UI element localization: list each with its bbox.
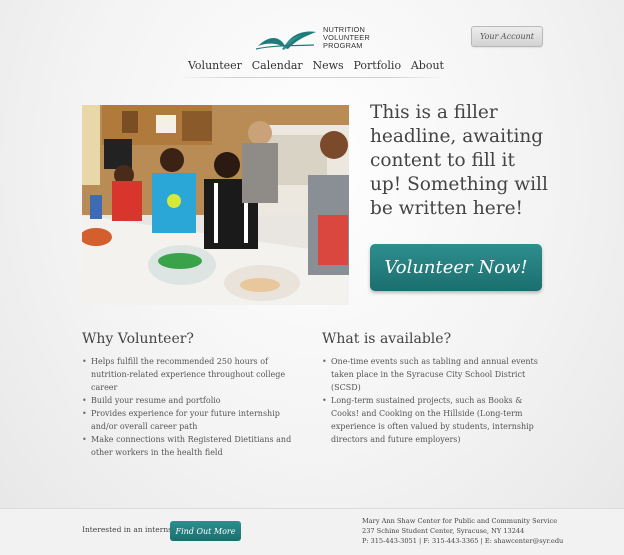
nav-item-portfolio[interactable]: Portfolio: [353, 59, 401, 72]
what-available-list: One-time events such as tabling and annu…: [322, 355, 544, 446]
list-item: Provides experience for your future inte…: [82, 407, 306, 433]
list-item: Helps fulfill the recommended 250 hours …: [82, 355, 306, 394]
logo-text: NUTRITION VOLUNTEER PROGRAM: [323, 25, 370, 51]
nav-item-volunteer[interactable]: Volunteer: [188, 59, 242, 72]
logo-line: PROGRAM: [323, 41, 363, 51]
leaf-logo-icon: [255, 31, 316, 50]
cooking-photo-illustration: [82, 105, 349, 305]
nav-item-about[interactable]: About: [411, 59, 444, 72]
hero-photo: [82, 105, 349, 305]
main-nav: Volunteer Calendar News Portfolio About: [188, 59, 444, 72]
nav-item-calendar[interactable]: Calendar: [252, 59, 303, 72]
list-item: Build your resume and portfolio: [82, 394, 306, 407]
contact-info: Mary Ann Shaw Center for Public and Comm…: [362, 516, 563, 547]
volunteer-now-button[interactable]: Volunteer Now!: [370, 244, 542, 291]
contact-phone: P: 315-443-3051 | F: 315-443-3365 | E: s…: [362, 537, 564, 546]
logo[interactable]: NUTRITION VOLUNTEER PROGRAM: [254, 25, 374, 54]
what-available-title: What is available?: [322, 331, 452, 347]
list-item: One-time events such as tabling and annu…: [322, 355, 544, 394]
contact-name: Mary Ann Shaw Center for Public and Comm…: [362, 517, 558, 525]
why-volunteer-list: Helps fulfill the recommended 250 hours …: [82, 355, 306, 459]
hero-headline: This is a filler headline, awaiting cont…: [370, 102, 548, 219]
your-account-button[interactable]: Your Account: [471, 26, 543, 47]
nav-divider: [178, 77, 446, 78]
list-item: Make connections with Registered Dietiti…: [82, 433, 306, 459]
list-item: Long-term sustained projects, such as Bo…: [322, 394, 544, 446]
why-volunteer-title: Why Volunteer?: [82, 331, 194, 347]
find-out-more-button[interactable]: Find Out More: [170, 521, 241, 541]
nav-item-news[interactable]: News: [312, 59, 343, 72]
contact-address: 237 Schine Student Center, Syracuse, NY …: [362, 527, 525, 536]
